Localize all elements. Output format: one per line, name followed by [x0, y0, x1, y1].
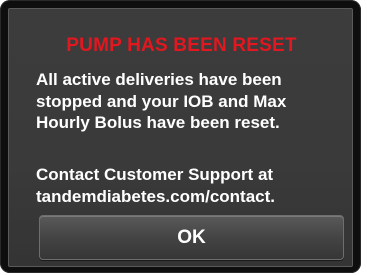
- support-contact-line: tandemdiabetes.com/contact.: [36, 186, 276, 206]
- ok-button[interactable]: OK: [39, 215, 344, 260]
- pump-device-bezel: PUMP HAS BEEN RESET All active deliverie…: [0, 0, 361, 273]
- support-contact-line: Contact Customer Support at: [36, 165, 274, 184]
- alert-dialog: PUMP HAS BEEN RESET All active deliverie…: [8, 8, 353, 267]
- reset-message-line: stopped and your IOB and Max: [36, 91, 287, 111]
- support-contact-message: Contact Customer Support at tandemdiabet…: [36, 164, 346, 207]
- reset-message-line: All active deliveries have been: [36, 70, 282, 89]
- reset-message-line: Hourly Bolus have been reset.: [36, 113, 280, 132]
- dialog-title: PUMP HAS BEEN RESET: [66, 35, 297, 56]
- reset-message: All active deliveries have been stopped …: [36, 69, 346, 134]
- ok-button-label: OK: [177, 226, 206, 248]
